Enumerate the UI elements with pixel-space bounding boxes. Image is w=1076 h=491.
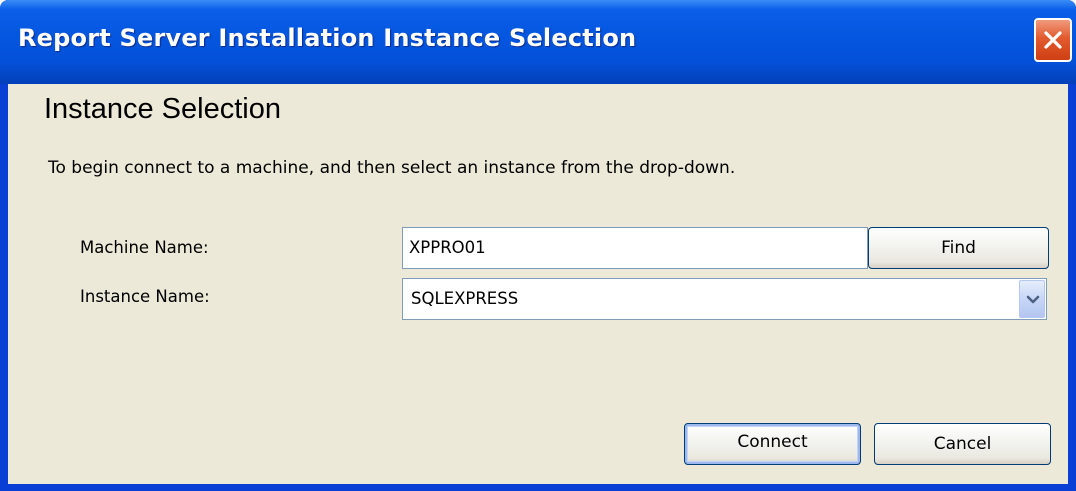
window-title: Report Server Installation Instance Sele… — [18, 24, 637, 52]
dialog-window: Report Server Installation Instance Sele… — [0, 0, 1076, 491]
chevron-down-icon — [1026, 295, 1040, 304]
cancel-button[interactable]: Cancel — [874, 423, 1051, 465]
machine-name-label: Machine Name: — [80, 238, 209, 257]
instance-name-label: Instance Name: — [80, 287, 210, 306]
machine-name-input[interactable]: XPPRO01 — [402, 227, 868, 269]
close-icon — [1044, 31, 1062, 49]
instance-name-value: SQLEXPRESS — [411, 289, 519, 308]
dropdown-button[interactable] — [1019, 280, 1045, 318]
close-button[interactable] — [1034, 18, 1072, 62]
page-title: Instance Selection — [44, 93, 281, 125]
connect-button[interactable]: Connect — [684, 423, 861, 465]
dialog-body: Instance Selection To begin connect to a… — [8, 84, 1068, 484]
find-button[interactable]: Find — [868, 227, 1049, 269]
title-bar[interactable]: Report Server Installation Instance Sele… — [0, 0, 1076, 84]
instructions-text: To begin connect to a machine, and then … — [48, 158, 736, 178]
instance-name-dropdown[interactable]: SQLEXPRESS — [402, 278, 1047, 320]
